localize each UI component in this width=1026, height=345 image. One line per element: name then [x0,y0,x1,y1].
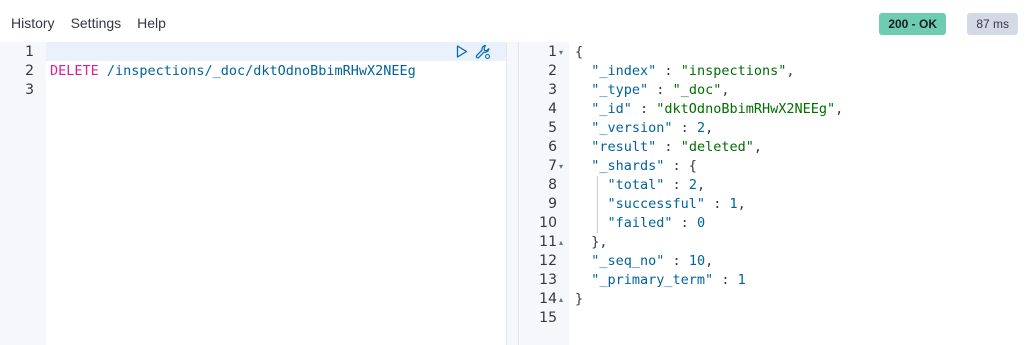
json-key: "_type" [591,82,649,98]
fold-open-icon[interactable]: ▾ [559,43,567,62]
json-key: "_seq_no" [591,253,665,269]
code-line: 4 "_id" : "dktOdnoBbimRHwX2NEEg", [519,100,1026,119]
line-number: 9 [548,196,557,212]
line-number: 7 [548,158,557,174]
json-value: 1 [737,272,746,288]
code-line: 12 "_seq_no" : 10, [519,252,1026,271]
line-number: 2 [548,63,557,79]
json-key: "result" [591,139,657,155]
json-value: 1 [729,196,738,212]
line-number: 2 [25,63,34,79]
code-line: 6 "result" : "deleted", [519,138,1026,157]
toolbar: History Settings Help 200 - OK 87 ms [0,0,1026,42]
json-open-brace: { [575,44,584,60]
console-panes: 1 2 DELETE /inspections/_doc/dktOdnoBbim… [0,42,1026,345]
code-line: 2 DELETE /inspections/_doc/dktOdnoBbimRH… [0,62,506,81]
response-lines: 1 ▾ { 2 "_index" : "inspections", 3 "_ty… [519,43,1026,328]
json-value: "_doc" [672,82,722,98]
json-value: 10 [688,253,706,269]
json-key: "_index" [591,63,657,79]
code-line: 5 "_version" : 2, [519,119,1026,138]
json-entry: "successful" : 1, [575,195,746,214]
code-line: 2 "_index" : "inspections", [519,62,1026,81]
json-entry: "_type" : "_doc", [591,82,730,98]
json-value: "inspections" [680,63,787,79]
fold-close-icon[interactable]: ▴ [559,233,567,252]
json-entry: "_version" : 2, [591,120,714,136]
json-entry: "_id" : "dktOdnoBbimRHwX2NEEg", [591,101,844,117]
code-line: 8 "total" : 2, [519,176,1026,195]
line-number: 6 [548,139,557,155]
json-entry: "_primary_term" : 1 [591,272,746,288]
code-line: 3 "_type" : "_doc", [519,81,1026,100]
status-badge: 200 - OK [879,13,946,35]
settings-menu-item[interactable]: Settings [71,14,122,32]
code-line: 14 ▴ } [519,290,1026,309]
indent-guide [597,214,598,233]
json-entry: "total" : 2, [575,176,705,195]
line-number: 14 [539,291,557,307]
code-line: 1 ▾ { [519,43,1026,62]
request-method: DELETE [50,63,99,79]
request-code: DELETE /inspections/_doc/dktOdnoBbimRHwX… [50,62,416,81]
json-key: "_shards" [591,158,665,174]
json-entry: "failed" : 0 [575,214,705,233]
line-number: 4 [548,101,557,117]
history-menu-item[interactable]: History [11,14,55,32]
json-key: "successful" [607,196,706,212]
fold-open-icon[interactable]: ▾ [559,157,567,176]
json-entry: "_shards" : { [591,158,697,174]
response-viewer[interactable]: 1 ▾ { 2 "_index" : "inspections", 3 "_ty… [519,42,1026,345]
json-close-brace: } [575,291,584,307]
code-line: 9 "successful" : 1, [519,195,1026,214]
line-number: 3 [25,82,34,98]
line-number: 5 [548,120,557,136]
json-key: "_id" [591,101,632,117]
json-value: 2 [696,120,706,136]
json-value: "dktOdnoBbimRHwX2NEEg" [656,101,836,117]
request-lines: 1 2 DELETE /inspections/_doc/dktOdnoBbim… [0,43,506,100]
line-number: 1 [25,44,34,60]
help-menu-item[interactable]: Help [137,14,166,32]
code-line: 7 ▾ "_shards" : { [519,157,1026,176]
indent-guide [597,195,598,214]
line-number: 11 [539,234,557,250]
fold-close-icon[interactable]: ▴ [559,290,567,309]
json-close-object: }, [591,234,608,250]
line-number: 3 [548,82,557,98]
code-line: 3 [0,81,506,100]
indent-guide [597,176,598,195]
line-number: 15 [539,310,557,326]
code-line: 15 [519,309,1026,328]
json-entry: }, [575,233,608,252]
line-number: 8 [548,177,557,193]
json-key: "_version" [591,120,673,136]
code-line: 1 [0,43,506,62]
json-key: "_primary_term" [591,272,714,288]
json-entry: "_index" : "inspections", [591,63,795,79]
request-editor[interactable]: 1 2 DELETE /inspections/_doc/dktOdnoBbim… [0,42,506,345]
request-time-badge: 87 ms [967,13,1018,35]
line-number: 1 [548,44,557,60]
json-entry: "result" : "deleted", [591,139,762,155]
json-entry: "_seq_no" : 10, [591,253,714,269]
json-value: 2 [688,177,697,193]
code-line: 11 ▴ }, [519,233,1026,252]
line-number: 10 [539,215,557,231]
json-value: 0 [696,215,706,231]
json-value: "deleted" [680,139,754,155]
line-number: 12 [539,253,557,269]
code-line: 10 "failed" : 0 [519,214,1026,233]
main-menu: History Settings Help [11,14,166,32]
request-path: /inspections/_doc/dktOdnoBbimRHwX2NEEg [98,63,416,79]
pane-resizer[interactable] [506,42,519,345]
code-line: 13 "_primary_term" : 1 [519,271,1026,290]
json-key: "failed" [607,215,673,231]
json-key: "total" [607,177,665,193]
line-number: 13 [539,272,557,288]
